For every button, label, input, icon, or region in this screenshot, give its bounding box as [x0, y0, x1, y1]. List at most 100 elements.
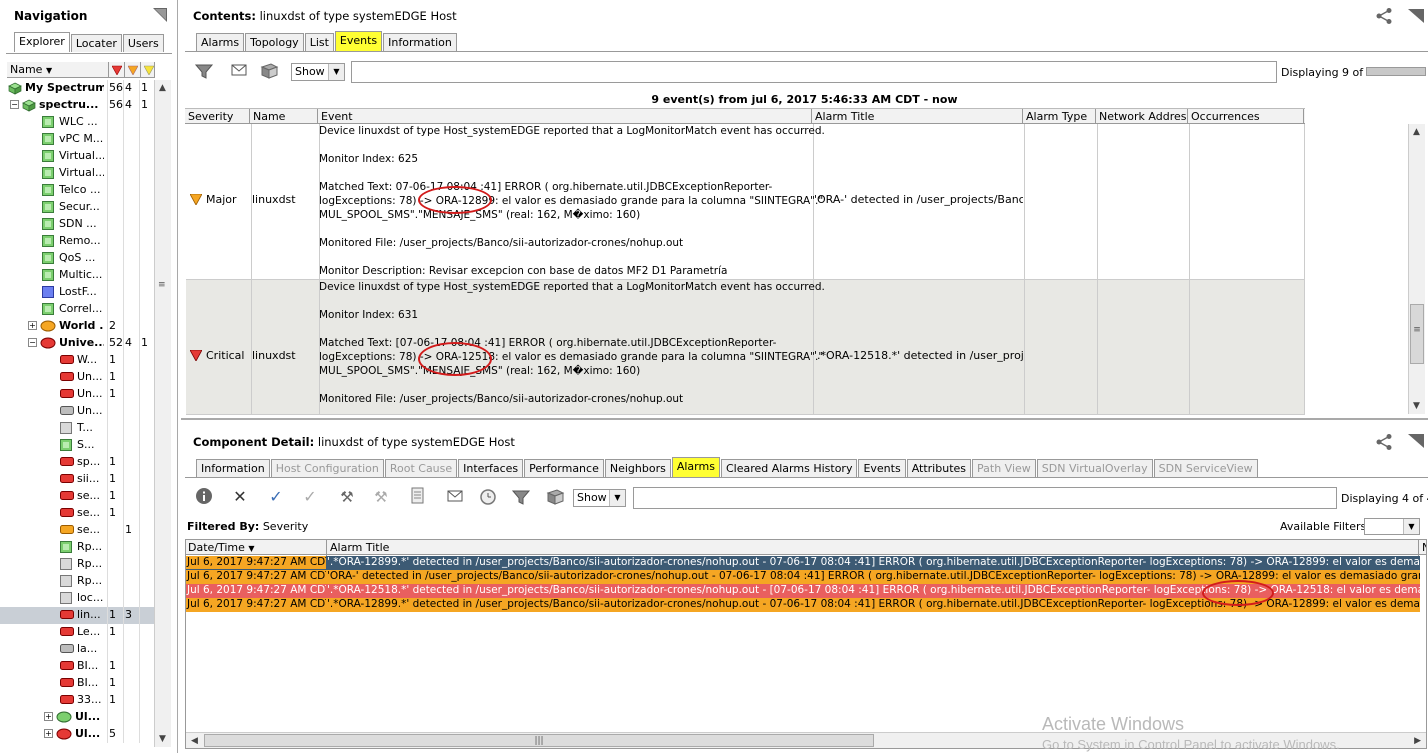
panel-menu-icon[interactable]	[1407, 433, 1425, 452]
tab-attributes[interactable]: Attributes	[906, 459, 972, 477]
tab-neighbors[interactable]: Neighbors	[604, 459, 671, 477]
scroll-up-icon[interactable]: ▲	[1413, 127, 1420, 137]
tab-alarms[interactable]: Alarms	[671, 457, 720, 477]
tab-sdn-serviceview[interactable]: SDN ServiceView	[1153, 459, 1258, 477]
filter-icon[interactable]	[511, 487, 531, 507]
minor-count-column-icon[interactable]	[141, 62, 155, 78]
troubleshoot-icon[interactable]: ⚒	[337, 487, 357, 507]
tab-explorer[interactable]: Explorer	[14, 32, 70, 52]
major-count-column-icon[interactable]	[125, 62, 141, 78]
column-date-time[interactable]: Date/Time ▼	[185, 540, 327, 556]
tree-item[interactable]: − Unive... 52 4 1	[0, 335, 156, 352]
scroll-thumb[interactable]: |||	[204, 734, 874, 747]
column-name[interactable]: Name	[250, 109, 318, 125]
tree-item[interactable]: LostF...	[0, 284, 156, 301]
scroll-down-icon[interactable]: ▼	[1413, 401, 1420, 411]
tree-item[interactable]: lin... 1 3	[0, 607, 156, 624]
tab-alarms[interactable]: Alarms	[196, 33, 245, 51]
chevron-down-icon[interactable]: ▼	[1403, 519, 1419, 534]
tree-item[interactable]: + Ul...	[0, 709, 156, 726]
tree-item[interactable]: sii... 1	[0, 471, 156, 488]
tree-item[interactable]: Un... 1	[0, 386, 156, 403]
clock-icon[interactable]	[478, 486, 498, 506]
tree-item[interactable]: + World ... 2	[0, 318, 156, 335]
tab-information[interactable]: Information	[196, 459, 270, 477]
scroll-up-icon[interactable]: ▲	[159, 83, 166, 93]
expander-icon[interactable]: +	[44, 729, 53, 738]
tree-item[interactable]: + Ul... 5	[0, 726, 156, 743]
tree-item[interactable]: la...	[0, 641, 156, 658]
chevron-down-icon[interactable]: ▼	[609, 490, 625, 506]
tab-root-cause[interactable]: Root Cause	[384, 459, 458, 477]
tree-item[interactable]: QoS ...	[0, 250, 156, 267]
tree-item[interactable]: Telco ...	[0, 182, 156, 199]
tree-item[interactable]: Remo...	[0, 233, 156, 250]
column-alarm-type[interactable]: Alarm Type	[1023, 109, 1096, 125]
tab-list[interactable]: List	[304, 33, 334, 51]
tree-item[interactable]: Secur...	[0, 199, 156, 216]
event-row[interactable]: Critical linuxdst Device linuxdst of typ…	[186, 280, 1305, 415]
tree-scrollbar[interactable]: ▲ ≡ ▼	[154, 80, 171, 747]
events-scrollbar[interactable]: ▲ ≡ ▼	[1408, 124, 1425, 414]
tree-item[interactable]: Le... 1	[0, 624, 156, 641]
tab-locater[interactable]: Locater	[70, 34, 122, 52]
tree-item[interactable]: SDN ...	[0, 216, 156, 233]
tab-information[interactable]: Information	[383, 33, 457, 51]
panel-menu-icon[interactable]	[1407, 8, 1425, 27]
scroll-grip-icon[interactable]: ≡	[158, 280, 167, 290]
tree-item[interactable]: Multic...	[0, 267, 156, 284]
tab-host-configuration[interactable]: Host Configuration	[270, 459, 384, 477]
scroll-left-icon[interactable]: ◀	[191, 736, 198, 746]
tab-sdn-virtualoverlay[interactable]: SDN VirtualOverlay	[1036, 459, 1153, 477]
tree-item[interactable]: Rp...	[0, 539, 156, 556]
tree-item[interactable]: T...	[0, 420, 156, 437]
email-icon[interactable]	[445, 487, 465, 507]
expander-icon[interactable]: −	[28, 338, 37, 347]
scroll-down-icon[interactable]: ▼	[159, 734, 166, 744]
column-alarm-title[interactable]: Alarm Title	[327, 540, 1419, 556]
tree-item[interactable]: BI... 1	[0, 675, 156, 692]
tree-item[interactable]: Virtual...	[0, 165, 156, 182]
event-row[interactable]: Major linuxdst Device linuxdst of type H…	[186, 124, 1305, 280]
tree-item[interactable]: sp... 1	[0, 454, 156, 471]
tree-item[interactable]: Rp...	[0, 573, 156, 590]
tab-topology[interactable]: Topology	[245, 33, 304, 51]
column-name[interactable]: Name ▼	[7, 62, 109, 78]
troubleshoot-disabled-icon[interactable]: ⚒	[371, 487, 391, 507]
share-icon[interactable]	[1375, 7, 1393, 28]
show-select[interactable]: Show ▼	[573, 489, 626, 507]
tree-item[interactable]: Correl...	[0, 301, 156, 318]
tree-item[interactable]: se... 1	[0, 488, 156, 505]
tree-item[interactable]: − spectru... 56 4 1	[0, 97, 156, 114]
tab-events[interactable]: Events	[858, 459, 906, 477]
panel-menu-icon[interactable]	[152, 7, 168, 23]
tree-item[interactable]: vPC M...	[0, 131, 156, 148]
tab-events[interactable]: Events	[334, 31, 383, 51]
filter-icon[interactable]	[194, 61, 214, 81]
expander-icon[interactable]: +	[44, 712, 53, 721]
critical-count-column-icon[interactable]	[109, 62, 125, 78]
tree-item[interactable]: 33... 1	[0, 692, 156, 709]
column-severity[interactable]: Severity	[185, 109, 250, 125]
document-icon[interactable]	[408, 487, 428, 507]
alarm-row[interactable]: Jul 6, 2017 9:47:27 AM CDT '.*ORA-12899.*…	[186, 556, 1420, 570]
expander-icon[interactable]: +	[28, 321, 37, 330]
tab-cleared-alarms-history[interactable]: Cleared Alarms History	[720, 459, 858, 477]
tree-item[interactable]: Rp...	[0, 556, 156, 573]
tree-item[interactable]: W... 1	[0, 352, 156, 369]
tree-item[interactable]: se... 1	[0, 505, 156, 522]
tree-item[interactable]: Un...	[0, 403, 156, 420]
available-filters-select[interactable]: ▼	[1364, 518, 1420, 535]
tab-interfaces[interactable]: Interfaces	[458, 459, 524, 477]
tree-item[interactable]: Virtual...	[0, 148, 156, 165]
tree-item[interactable]: Un... 1	[0, 369, 156, 386]
tree-item[interactable]: loc...	[0, 590, 156, 607]
events-search-input[interactable]	[351, 61, 1277, 83]
column-occurrences[interactable]: Occurrences	[1188, 109, 1304, 125]
tab-users[interactable]: Users	[122, 34, 164, 52]
column-alarm-title[interactable]: Alarm Title	[812, 109, 1023, 125]
tree-item[interactable]: se... 1	[0, 522, 156, 539]
alarms-search-input[interactable]	[633, 487, 1337, 509]
tab-path-view[interactable]: Path View	[972, 459, 1036, 477]
export-icon[interactable]	[545, 486, 565, 506]
